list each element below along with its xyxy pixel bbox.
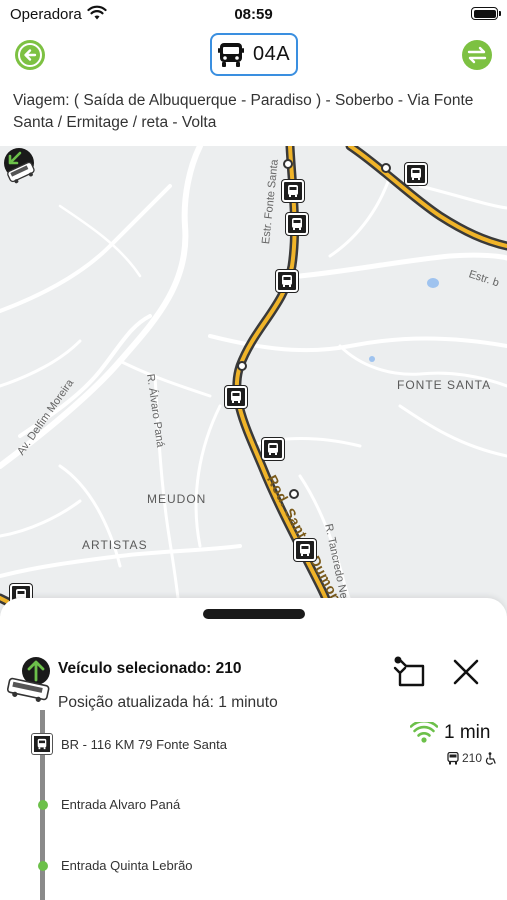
wheelchair-icon — [485, 751, 496, 765]
bus-icon — [217, 42, 244, 67]
swap-arrows-icon — [467, 46, 487, 64]
vehicle-details-sheet: Veículo selecionado: 210 Posição atualiz… — [0, 598, 507, 900]
timeline-stop-label[interactable]: BR - 116 KM 79 Fonte Santa — [61, 737, 227, 752]
eta-vehicle-info: 210 — [447, 751, 497, 765]
bus-icon — [447, 751, 459, 764]
route-selector[interactable]: 04A — [210, 33, 298, 76]
bus-stop-marker[interactable] — [276, 270, 298, 292]
area-label-fonte-santa: FONTE SANTA — [397, 378, 492, 392]
close-icon[interactable] — [448, 654, 484, 690]
map-view[interactable]: Estr. Fonte Santa Estr. b R. Álvaro Paná… — [0, 146, 507, 616]
bus-stop-icon — [282, 275, 292, 287]
bus-stop-marker[interactable] — [225, 386, 247, 408]
bus-stop-icon — [268, 443, 278, 455]
swap-direction-button[interactable] — [462, 40, 492, 70]
bus-stop-marker[interactable] — [405, 163, 427, 185]
area-label-meudon: MEUDON — [147, 492, 207, 506]
trip-description: Viagem: ( Saída de Albuquerque - Paradis… — [13, 92, 474, 131]
arrow-left-icon — [18, 43, 42, 67]
bus-stop-marker[interactable] — [262, 438, 284, 460]
bus-stop-icon — [292, 218, 302, 230]
timeline-dot — [38, 800, 48, 810]
bus-stop-marker[interactable] — [282, 180, 304, 202]
bus-stop-icon — [411, 168, 421, 180]
timeline-dot — [38, 861, 48, 871]
back-button[interactable] — [15, 40, 45, 70]
position-updated-text: Posição atualizada há: 1 minuto — [58, 694, 278, 711]
area-label-artistas: ARTISTAS — [82, 538, 148, 552]
vehicle-title: Veículo selecionado: 210 — [58, 660, 242, 677]
route-waypoint — [283, 159, 293, 169]
sheet-grabber[interactable] — [203, 609, 305, 619]
route-code: 04A — [252, 43, 291, 65]
eta-vehicle-number: 210 — [462, 751, 483, 765]
bus-stop-icon — [32, 734, 52, 754]
realtime-signal-icon — [410, 722, 438, 743]
clock: 08:59 — [234, 6, 273, 23]
share-route-button[interactable] — [390, 652, 430, 692]
bus-stop-icon — [288, 185, 298, 197]
route-waypoint — [289, 489, 299, 499]
vehicle-marker[interactable] — [0, 146, 38, 184]
eta-time: 1 min — [444, 722, 491, 743]
timeline-stop-label[interactable]: Entrada Alvaro Paná — [61, 797, 180, 812]
timeline-stop-label[interactable]: Entrada Quinta Lebrão — [61, 858, 193, 873]
header: 04A Viagem: ( Saída de Albuquerque - Par… — [0, 28, 507, 146]
bus-stop-icon — [300, 544, 310, 556]
battery-icon — [471, 7, 501, 20]
bus-stop-marker[interactable] — [286, 213, 308, 235]
vehicle-icon — [6, 657, 50, 702]
bus-stop-marker[interactable] — [294, 539, 316, 561]
route-waypoint — [381, 163, 391, 173]
status-bar: Operadora 08:59 — [0, 0, 507, 28]
bus-stop-icon — [231, 391, 241, 403]
route-waypoint — [237, 361, 247, 371]
